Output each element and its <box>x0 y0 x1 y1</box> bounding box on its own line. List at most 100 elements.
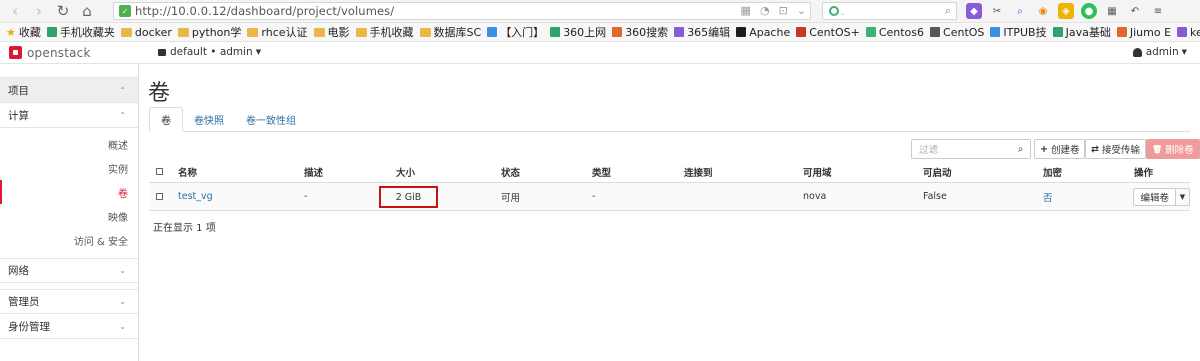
sidebar-section-project[interactable]: 项目 ⌃ <box>0 78 138 103</box>
sidebar-item-label: 概述 <box>108 140 128 152</box>
accept-transfer-button[interactable]: ⇄ 接受传输 <box>1085 139 1146 159</box>
bookmark-item[interactable]: CentOS+ <box>796 26 860 39</box>
grid-icon[interactable]: ▦ <box>741 4 751 17</box>
openstack-logo-icon[interactable] <box>9 46 22 59</box>
project-label: default • admin <box>170 46 253 58</box>
bookmark-item[interactable]: 电影 <box>313 24 350 40</box>
extension-icon[interactable]: ◆ <box>966 3 982 19</box>
bookmark-item[interactable]: 365编辑 <box>674 24 730 40</box>
screenshot-icon[interactable]: ⊡ <box>779 4 788 17</box>
more-actions-caret-icon[interactable]: ▼ <box>1176 188 1190 206</box>
openstack-logo-text[interactable]: openstack <box>27 46 91 60</box>
shield-icon[interactable]: ◈ <box>1058 3 1074 19</box>
column-header-attached[interactable]: 连接到 <box>684 161 713 182</box>
sidebar-item-overview[interactable]: 概述 <box>0 132 138 156</box>
column-header-type[interactable]: 类型 <box>592 161 611 182</box>
bookmark-item[interactable]: 360上网 <box>550 24 606 40</box>
search-input[interactable]: . <box>841 5 845 18</box>
bookmark-item[interactable]: CentOS <box>930 26 984 39</box>
user-menu[interactable]: admin ▼ <box>1132 46 1187 58</box>
bookmark-item[interactable]: ITPUB技 <box>990 24 1047 40</box>
url-text[interactable]: http://10.0.0.12/dashboard/project/volum… <box>135 4 394 18</box>
bookmark-item[interactable]: ★ 收藏 <box>6 24 41 40</box>
tab-volumes[interactable]: 卷 <box>149 107 183 132</box>
scissors-icon[interactable]: ✂ <box>989 3 1005 19</box>
row-checkbox[interactable] <box>156 193 163 200</box>
volume-encrypted-link[interactable]: 否 <box>1043 183 1053 210</box>
sidebar-section-compute[interactable]: 计算 ⌃ <box>0 103 138 128</box>
bookmark-item[interactable]: 手机收藏夹 <box>46 24 115 40</box>
bookmark-label: CentOS <box>943 25 985 39</box>
volume-name-link[interactable]: test_vg <box>178 183 213 210</box>
bookmark-item[interactable]: rhce认证 <box>247 24 308 40</box>
bookmark-item[interactable]: 360搜索 <box>612 24 668 40</box>
dropdown-icon[interactable]: ⌄ <box>797 4 806 17</box>
column-header-encrypted[interactable]: 加密 <box>1043 161 1062 182</box>
undo-icon[interactable]: ↶ <box>1127 3 1143 19</box>
edit-volume-button[interactable]: 编辑卷 <box>1133 188 1176 206</box>
bookmark-item[interactable]: docker <box>120 26 172 39</box>
page-title: 卷 <box>148 81 171 106</box>
sidebar-item-volumes[interactable]: 卷 <box>0 180 138 204</box>
bookmark-item[interactable]: 【入门】 <box>487 24 544 40</box>
favicon-icon <box>1116 27 1127 37</box>
search-icon[interactable]: ⌕ <box>945 4 951 18</box>
delete-volumes-button[interactable]: 🗑 删除卷 <box>1146 139 1200 159</box>
chevron-up-icon: ⌃ <box>119 85 126 95</box>
apps-grid-icon[interactable]: ▦ <box>1104 3 1120 19</box>
bookmark-item[interactable]: keepaliv <box>1177 26 1200 39</box>
menu-icon[interactable]: ≡ <box>1150 3 1166 19</box>
bookmark-item[interactable]: Apache <box>736 26 790 39</box>
tab-volume-snapshots[interactable]: 卷快照 <box>183 107 235 132</box>
trash-icon: 🗑 <box>1152 144 1163 154</box>
chevron-down-icon: ⌄ <box>119 321 126 331</box>
volume-type: - <box>592 191 596 202</box>
bookmark-label: CentOS+ <box>809 25 860 39</box>
sidebar-section-admin[interactable]: 管理员 ⌄ <box>0 289 138 314</box>
chat-icon[interactable]: ● <box>1081 3 1097 19</box>
column-header-size[interactable]: 大小 <box>396 161 415 182</box>
sidebar-item-instances[interactable]: 实例 <box>0 156 138 180</box>
bookmark-item[interactable]: 数据库SC <box>419 24 482 40</box>
column-header-status[interactable]: 状态 <box>501 161 520 182</box>
sidebar-item-access-security[interactable]: 访问 & 安全 <box>0 228 138 252</box>
back-button[interactable]: ‹ <box>6 2 24 20</box>
address-bar[interactable]: ✓ http://10.0.0.12/dashboard/project/vol… <box>113 2 811 20</box>
sidebar-section-identity[interactable]: 身份管理 ⌄ <box>0 314 138 339</box>
plus-icon: + <box>1040 143 1048 155</box>
sidebar-item-images[interactable]: 映像 <box>0 204 138 228</box>
sidebar-section-network[interactable]: 网络 ⌄ <box>0 258 138 283</box>
bookmark-label: 电影 <box>327 26 350 39</box>
chevron-down-icon: ⌄ <box>119 297 126 306</box>
bookmark-item[interactable]: Centos6 <box>865 26 924 39</box>
bookmark-item[interactable]: 手机收藏 <box>355 24 414 40</box>
sidebar-item-label: 访问 & 安全 <box>73 236 128 248</box>
main-content: 卷 卷 卷快照 卷一致性组 过滤 ⌕ + 创建卷 ⇄ 接受传输 🗑 删除卷 名称… <box>140 64 1200 361</box>
forward-button[interactable]: › <box>30 2 48 20</box>
create-volume-button[interactable]: + 创建卷 <box>1034 139 1086 159</box>
select-all-checkbox[interactable] <box>156 168 163 175</box>
bookmark-item[interactable]: python学 <box>177 24 241 40</box>
column-header-bootable[interactable]: 可启动 <box>923 161 952 182</box>
column-header-zone[interactable]: 可用域 <box>803 161 832 182</box>
game-icon[interactable]: ◉ <box>1035 3 1051 19</box>
tab-consistency-groups[interactable]: 卷一致性组 <box>235 107 307 132</box>
column-header-name[interactable]: 名称 <box>178 161 197 182</box>
search-bar[interactable]: . ⌕ <box>822 2 957 20</box>
magnifier-icon[interactable]: ⌕ <box>1012 3 1028 19</box>
filter-search-icon[interactable]: ⌕ <box>1010 139 1031 159</box>
bookmark-item[interactable]: Java基础 <box>1052 24 1111 40</box>
create-volume-label: 创建卷 <box>1050 145 1080 156</box>
sidebar-top-spacer <box>0 64 138 78</box>
home-button[interactable]: ⌂ <box>78 2 96 20</box>
bookmark-label: Jiumo E <box>1129 25 1172 39</box>
bookmark-item[interactable]: Jiumo E <box>1116 25 1172 39</box>
volume-bootable: False <box>923 191 947 202</box>
reload-button[interactable]: ↻ <box>54 2 72 20</box>
column-header-description[interactable]: 描述 <box>304 161 323 182</box>
project-icon <box>158 48 166 56</box>
project-selector[interactable]: default • admin ▼ <box>158 46 261 58</box>
sidebar-section-label: 管理员 <box>8 296 40 308</box>
bookmark-label: 数据库SC <box>433 26 482 39</box>
mode-icon[interactable]: ◔ <box>760 4 770 17</box>
